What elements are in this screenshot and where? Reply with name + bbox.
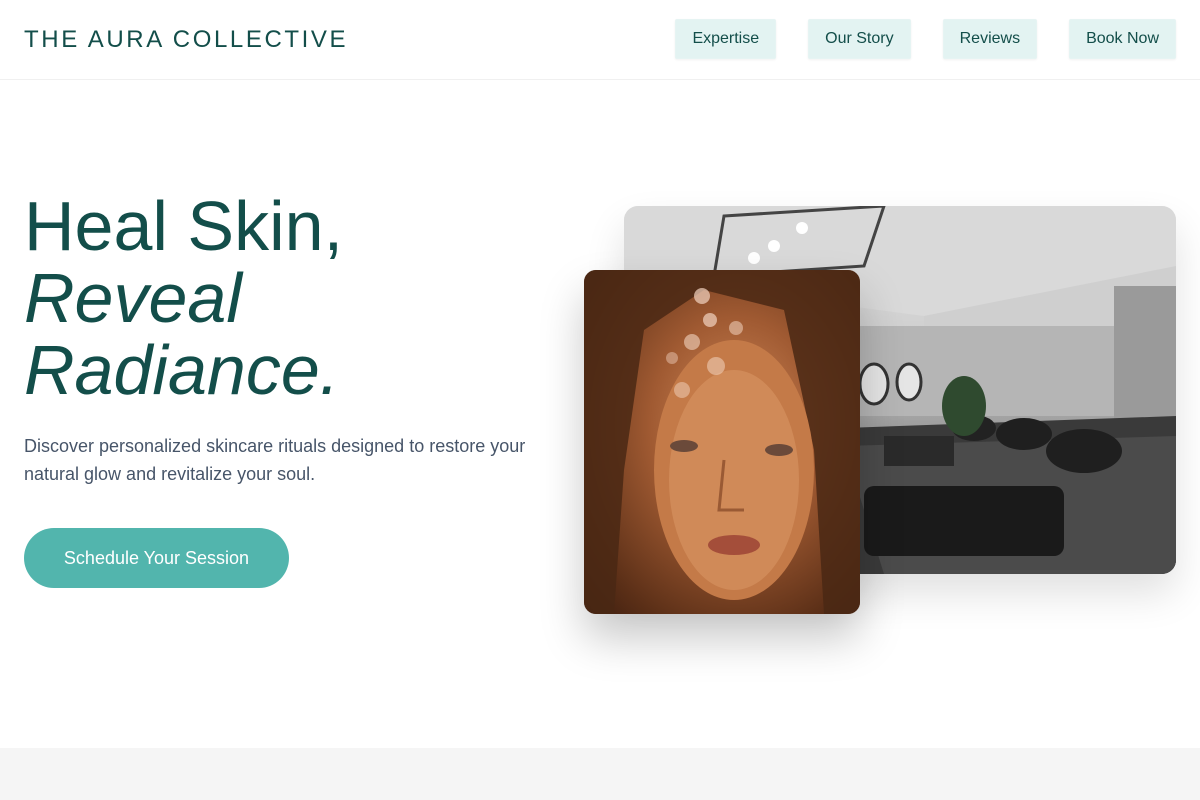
hero-title-line-1: Heal Skin, [24,187,344,265]
brand-logo[interactable]: THE AURA COLLECTIVE [24,26,348,54]
site-header: THE AURA COLLECTIVE Expertise Our Story … [0,0,1200,80]
schedule-session-button[interactable]: Schedule Your Session [24,528,289,588]
nav-our-story-button[interactable]: Our Story [808,19,911,59]
next-section-band [0,748,1200,800]
main-nav: Expertise Our Story Reviews Book Now [675,19,1176,59]
nav-reviews-button[interactable]: Reviews [942,19,1038,59]
portrait-illustration [584,270,860,614]
hero-subtitle: Discover personalized skincare rituals d… [24,436,526,484]
nav-expertise-button[interactable]: Expertise [675,19,777,59]
portrait-image [584,270,860,614]
hero-title-line-3: Radiance. [24,331,340,409]
hero-title: Heal Skin, Reveal Radiance. [24,190,343,406]
hero-title-line-2: Reveal [24,259,242,337]
nav-book-now-button[interactable]: Book Now [1069,19,1176,59]
